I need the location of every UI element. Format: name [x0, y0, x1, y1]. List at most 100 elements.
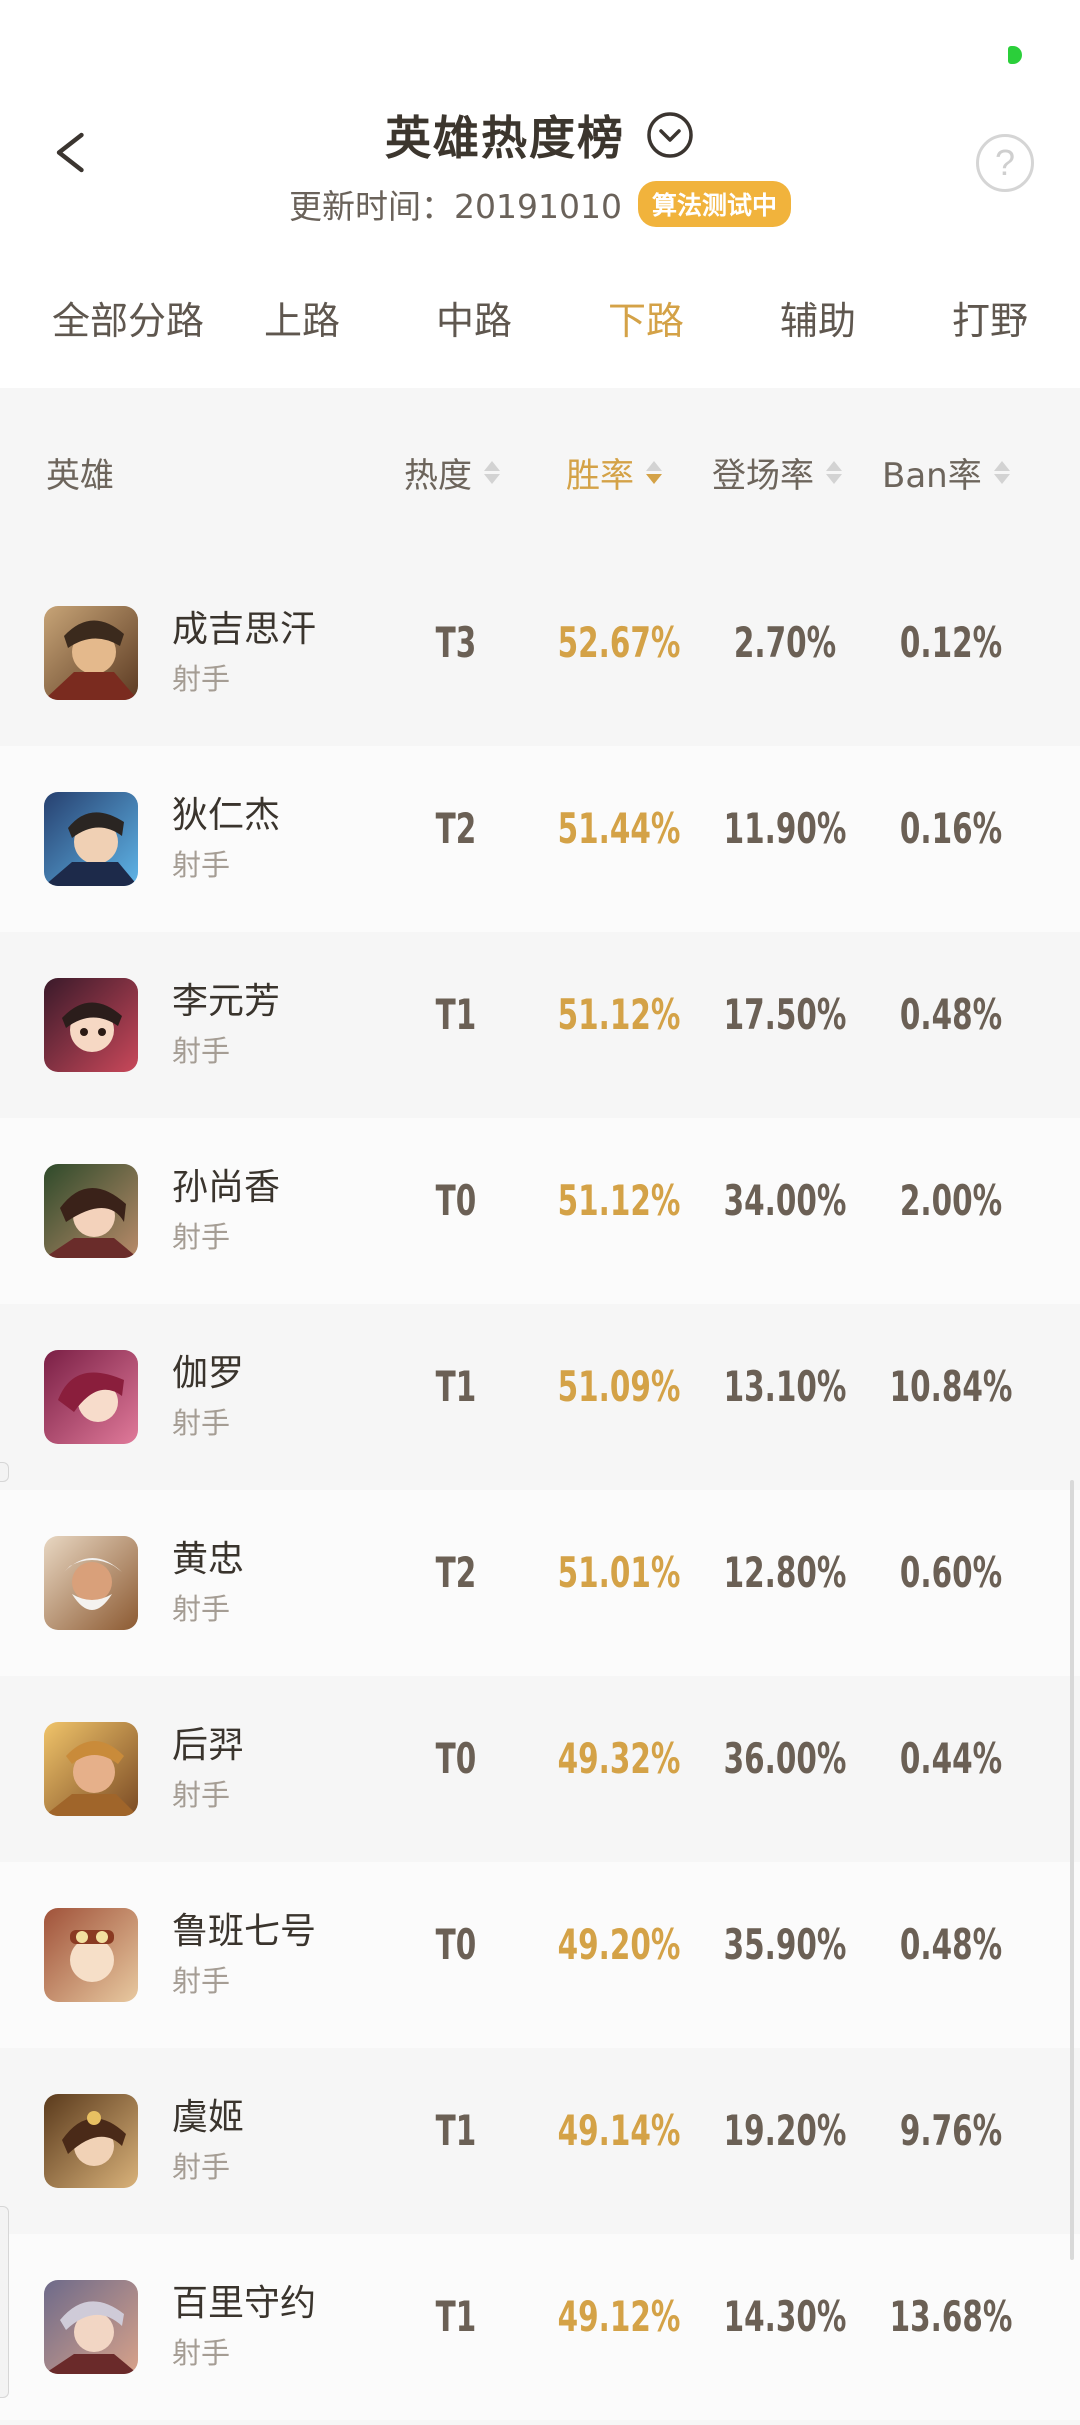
win-rate: 51.01%: [557, 1548, 681, 1597]
table-row[interactable]: 虞姬 射手 T1 49.14% 19.20% 9.76%: [0, 2048, 1080, 2234]
column-appearance-label: 登场率: [712, 456, 814, 496]
table-row[interactable]: 黄忠 射手 T2 51.01% 12.80% 0.60%: [0, 1490, 1080, 1676]
appearance-rate: 19.20%: [723, 2106, 847, 2155]
heat-tier: T1: [435, 2106, 477, 2155]
hero-name: 鲁班七号: [172, 1911, 317, 1952]
table-row[interactable]: 狄仁杰 射手 T2 51.44% 11.90% 0.16%: [0, 746, 1080, 932]
win-rate: 51.09%: [557, 1362, 681, 1411]
table-row[interactable]: 孙尚香 射手 T0 51.12% 34.00% 2.00%: [0, 1118, 1080, 1304]
ban-rate: 0.48%: [899, 990, 1003, 1039]
appearance-rate: 14.30%: [723, 2292, 847, 2341]
tab-bottom-lane[interactable]: 下路: [608, 290, 684, 345]
hero-role: 射手: [172, 1964, 231, 1998]
tab-all-lanes[interactable]: 全部分路: [52, 290, 204, 345]
column-ban-label: Ban率: [882, 456, 982, 496]
win-rate: 51.44%: [557, 804, 681, 853]
table-row[interactable]: 李元芳 射手 T1 51.12% 17.50% 0.48%: [0, 932, 1080, 1118]
ban-rate: 0.12%: [899, 618, 1003, 667]
hero-avatar: [44, 2094, 138, 2188]
tab-mid-lane[interactable]: 中路: [436, 290, 512, 345]
table-row[interactable]: 后羿 射手 T0 49.32% 36.00% 0.44%: [0, 1676, 1080, 1862]
hero-avatar: [44, 1164, 138, 1258]
table-header: 英雄 热度 胜率 登场率 Ban率: [0, 388, 1080, 560]
hero-name: 百里守约: [172, 2283, 317, 2324]
heat-tier: T2: [435, 1548, 477, 1597]
hero-ranking-list: 英雄 热度 胜率 登场率 Ban率 成吉思汗 射手 T3 52.67% 2.70…: [0, 388, 1080, 2425]
heat-tier: T2: [435, 804, 477, 853]
sort-arrows-icon: [484, 461, 500, 484]
hero-role: 射手: [172, 848, 231, 882]
hero-avatar: [44, 2280, 138, 2374]
ban-rate: 9.76%: [899, 2106, 1003, 2155]
question-circle-icon: ?: [994, 142, 1016, 183]
win-rate: 51.12%: [557, 990, 681, 1039]
column-winrate-sort[interactable]: 胜率: [566, 448, 662, 497]
appearance-rate: 36.00%: [723, 1734, 847, 1783]
hero-avatar: [44, 1350, 138, 1444]
ban-rate: 13.68%: [889, 2292, 1013, 2341]
hero-avatar: [44, 1908, 138, 2002]
hero-avatar: [44, 606, 138, 700]
lane-tabs: 全部分路 上路 中路 下路 辅助 打野: [0, 290, 1080, 370]
table-row[interactable]: 鲁班七号 射手 T0 49.20% 35.90% 0.48%: [0, 1862, 1080, 2048]
appearance-rate: 17.50%: [723, 990, 847, 1039]
win-rate: 51.12%: [557, 1176, 681, 1225]
win-rate: 49.14%: [557, 2106, 681, 2155]
hero-name: 虞姬: [172, 2097, 245, 2138]
hero-avatar: [44, 1536, 138, 1630]
chevron-down-circle-icon[interactable]: [645, 110, 695, 160]
hero-role: 射手: [172, 662, 231, 696]
table-row[interactable]: 伽罗 射手 T1 51.09% 13.10% 10.84%: [0, 1304, 1080, 1490]
update-time: 更新时间：20191010: [289, 187, 622, 226]
ban-rate: 0.48%: [899, 1920, 1003, 1969]
hero-name: 狄仁杰: [172, 795, 281, 836]
ban-rate: 0.60%: [899, 1548, 1003, 1597]
edge-panel-handle[interactable]: [0, 2206, 9, 2398]
hero-role: 射手: [172, 1034, 231, 1068]
hero-name: 后羿: [172, 1725, 245, 1766]
column-heat-label: 热度: [404, 456, 472, 496]
sort-arrows-icon: [646, 461, 662, 484]
column-winrate-label: 胜率: [566, 456, 634, 496]
table-row[interactable]: 成吉思汗 射手 T3 52.67% 2.70% 0.12%: [0, 560, 1080, 746]
heat-tier: T1: [435, 990, 477, 1039]
title-group[interactable]: 英雄热度榜: [0, 102, 1080, 168]
hero-role: 射手: [172, 1778, 231, 1812]
hero-role: 射手: [172, 2336, 231, 2370]
help-button[interactable]: ?: [976, 134, 1034, 192]
appearance-rate: 34.00%: [723, 1176, 847, 1225]
tab-jungle[interactable]: 打野: [952, 290, 1028, 345]
column-hero: 英雄: [46, 448, 114, 497]
hero-name: 成吉思汗: [172, 609, 317, 650]
appearance-rate: 13.10%: [723, 1362, 847, 1411]
hero-avatar: [44, 978, 138, 1072]
sort-arrows-icon: [993, 461, 1010, 484]
win-rate: 49.20%: [557, 1920, 681, 1969]
ban-rate: 0.16%: [899, 804, 1003, 853]
win-rate: 49.12%: [557, 2292, 681, 2341]
page-title: 英雄热度榜: [385, 111, 625, 165]
edge-handle[interactable]: [0, 1462, 9, 1482]
hero-role: 射手: [172, 1406, 231, 1440]
column-appearance-sort[interactable]: 登场率: [712, 448, 842, 497]
tab-top-lane[interactable]: 上路: [264, 290, 340, 345]
appearance-rate: 2.70%: [733, 618, 837, 667]
tab-support[interactable]: 辅助: [780, 290, 856, 345]
heat-tier: T0: [435, 1920, 477, 1969]
win-rate: 49.32%: [557, 1734, 681, 1783]
heat-tier: T3: [435, 618, 477, 667]
heat-tier: T1: [435, 2292, 477, 2341]
column-ban-sort[interactable]: Ban率: [882, 448, 1010, 497]
sort-arrows-icon: [826, 461, 842, 484]
hero-name: 黄忠: [172, 1539, 245, 1580]
scrollbar[interactable]: [1070, 1480, 1074, 2260]
appearance-rate: 35.90%: [723, 1920, 847, 1969]
hero-name: 伽罗: [172, 1353, 245, 1394]
appearance-rate: 11.90%: [723, 804, 847, 853]
table-row[interactable]: 百里守约 射手 T1 49.12% 14.30% 13.68%: [0, 2234, 1080, 2420]
column-heat-sort[interactable]: 热度: [404, 448, 500, 497]
algo-test-badge: 算法测试中: [637, 181, 791, 227]
column-hero-label: 英雄: [46, 456, 114, 496]
hero-avatar: [44, 792, 138, 886]
hero-role: 射手: [172, 1220, 231, 1254]
